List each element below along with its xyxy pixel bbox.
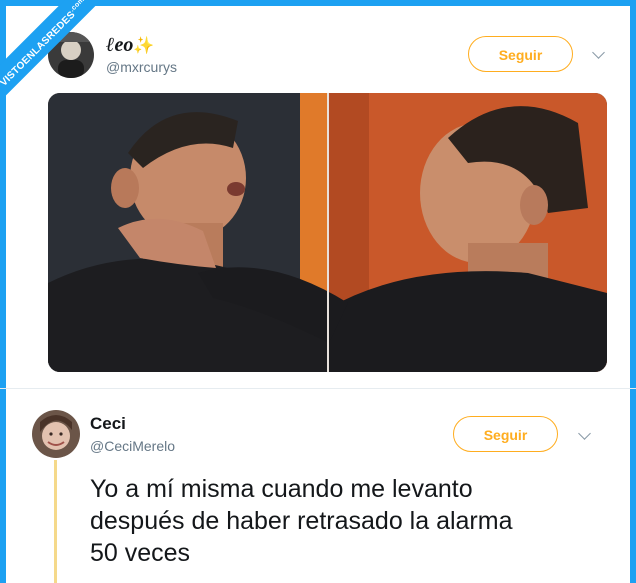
tweet-text: Yo a mí misma cuando me levanto después … bbox=[90, 473, 610, 569]
watermark-suffix: .com bbox=[68, 0, 86, 14]
avatar-image bbox=[32, 410, 80, 458]
follow-button[interactable]: Seguir bbox=[468, 36, 573, 72]
display-name-text: ℓeo bbox=[106, 34, 134, 56]
user-handle[interactable]: @mxrcurys bbox=[106, 59, 177, 75]
photo-image bbox=[48, 93, 607, 372]
user-handle[interactable]: @CeciMerelo bbox=[90, 438, 175, 454]
display-name[interactable]: Ceci bbox=[90, 414, 126, 434]
tweet-photo[interactable] bbox=[48, 93, 607, 372]
display-name[interactable]: ℓeo✨ bbox=[106, 34, 155, 57]
tweet-separator bbox=[0, 388, 636, 389]
tweet-text-line: Yo a mí misma cuando me levanto bbox=[90, 475, 473, 503]
tweet-text-line: 50 veces bbox=[90, 539, 191, 567]
avatar[interactable] bbox=[32, 410, 80, 458]
tweet-text-line: después de haber retrasado la alarma bbox=[90, 507, 513, 535]
sparkle-icon: ✨ bbox=[133, 36, 155, 55]
thread-line bbox=[54, 460, 57, 583]
follow-button[interactable]: Seguir bbox=[453, 416, 558, 452]
